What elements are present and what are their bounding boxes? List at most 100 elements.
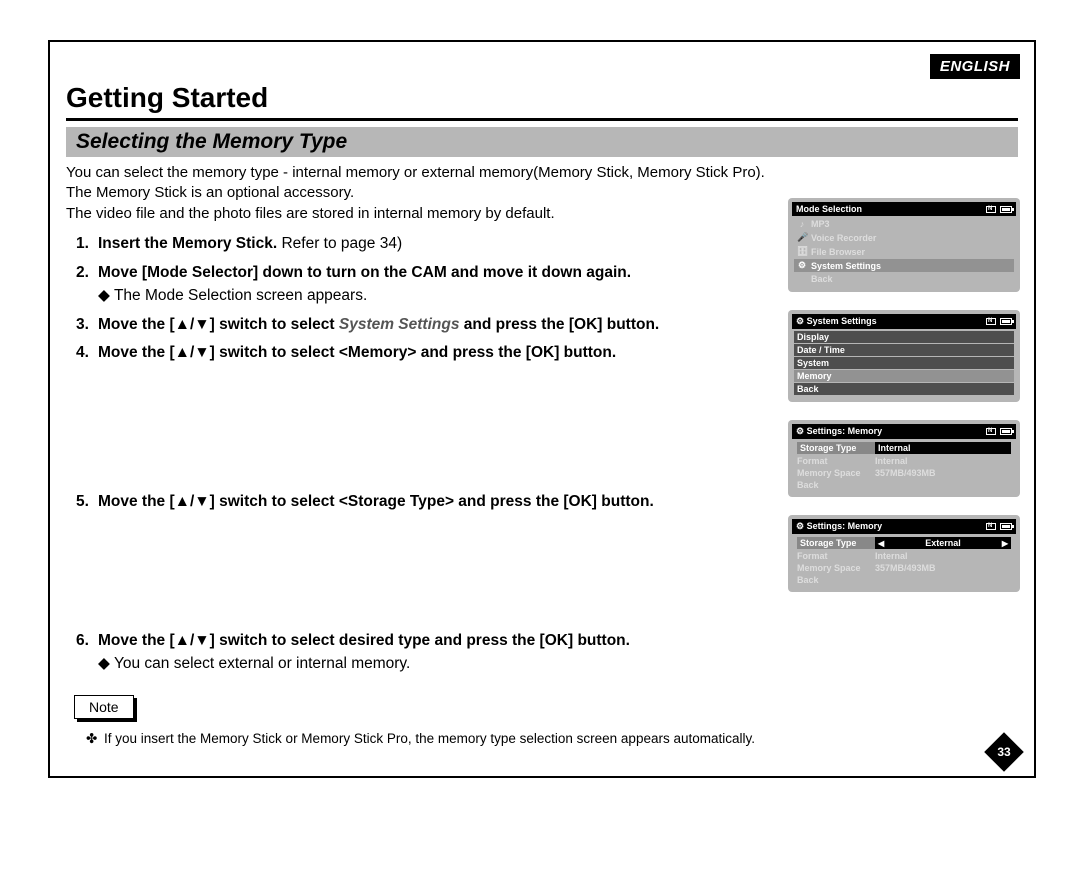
step-2: 2. Move [Mode Selector] down to turn on … (76, 263, 796, 307)
card-icon (986, 318, 996, 325)
arrow-keys-icon: ▲/▼ (175, 631, 210, 652)
menu-item: Display (794, 331, 1014, 343)
setting-value: Internal (875, 551, 1011, 561)
step-text: Move [Mode Selector] down to turn on the… (98, 264, 631, 281)
setting-key: Memory Space (797, 468, 875, 478)
settings-row: FormatInternal (794, 550, 1014, 562)
battery-icon (1000, 523, 1012, 530)
setting-value: Internal (875, 442, 1011, 454)
item-label: Date / Time (797, 345, 845, 355)
settings-row: Memory Space357MB/493MB (794, 467, 1014, 479)
menu-item: 🗄 File Browser (794, 245, 1014, 258)
item-label: Voice Recorder (811, 233, 876, 243)
card-icon (986, 523, 996, 530)
item-label: System Settings (811, 261, 881, 271)
screen-5: 5 ⚙ Settings: Memory Storage TypeInterna… (788, 420, 1020, 497)
chapter-title: Getting Started (66, 82, 1018, 121)
battery-icon (1000, 318, 1012, 325)
screen-title: Mode Selection (796, 204, 862, 214)
menu-item: ⚙ System Settings (794, 259, 1014, 272)
step-6: 6. Move the [▲/▼] switch to select desir… (76, 631, 796, 675)
intro-text: You can select the memory type - interna… (66, 163, 786, 224)
settings-row: Memory Space357MB/493MB (794, 562, 1014, 574)
item-label: File Browser (811, 247, 865, 257)
settings-row: Storage Type◀External▶ (794, 536, 1014, 550)
sub-text: You can select external or internal memo… (98, 654, 796, 675)
item-icon: 🗄 (797, 246, 807, 257)
settings-row: Back (794, 574, 1014, 586)
screen-3: 3 Mode Selection ♪MP3🎤Voice Recorder🗄Fil… (788, 198, 1020, 292)
item-label: System (797, 358, 829, 368)
menu-item: Date / Time (794, 344, 1014, 356)
t: ] switch to select (210, 316, 339, 333)
settings-row: Storage TypeInternal (794, 441, 1014, 455)
screen-kv-list: Storage TypeInternalFormatInternalMemory… (792, 439, 1016, 491)
item-label: Back (797, 384, 819, 394)
t: ] switch to select <Storage Type> and pr… (210, 493, 654, 510)
setting-key: Memory Space (797, 563, 875, 573)
item-label: MP3 (811, 219, 830, 229)
menu-item: Back (794, 273, 1014, 285)
left-arrow-icon: ◀ (878, 539, 884, 548)
gear-icon: ⚙ (796, 316, 804, 326)
menu-item: Memory (794, 370, 1014, 382)
step-5: 5. Move the [▲/▼] switch to select <Stor… (76, 492, 796, 623)
sub-text: The Mode Selection screen appears. (98, 286, 796, 307)
setting-key: Back (797, 575, 875, 585)
arrow-keys-icon: ▲/▼ (175, 343, 210, 364)
intro-line: The video file and the photo files are s… (66, 205, 555, 222)
menu-item: System (794, 357, 1014, 369)
step-4: 4. Move the [▲/▼] switch to select <Memo… (76, 343, 796, 484)
intro-line: The Memory Stick is an optional accessor… (66, 184, 354, 201)
item-label: Memory (797, 371, 832, 381)
screen-title-bar: ⚙ Settings: Memory (792, 424, 1016, 439)
note-label: Note (74, 695, 134, 719)
section-title: Selecting the Memory Type (66, 127, 1018, 157)
note-item: If you insert the Memory Stick or Memory… (90, 731, 1018, 746)
setting-key: Storage Type (797, 442, 875, 454)
screen-menu-list: Display Date / Time System Memory Back (792, 329, 1016, 395)
screen-title-bar: Mode Selection (792, 202, 1016, 216)
screen-title-bar: ⚙ Settings: Memory (792, 519, 1016, 534)
page-number: 33 (990, 738, 1018, 766)
language-badge: ENGLISH (930, 54, 1020, 79)
setting-value: 357MB/493MB (875, 563, 1011, 573)
intro-line: You can select the memory type - interna… (66, 164, 765, 181)
item-icon: ⚙ (797, 260, 807, 271)
screen-title: System Settings (807, 316, 877, 326)
status-icons (986, 428, 1012, 435)
menu-target: System Settings (339, 316, 460, 333)
arrow-keys-icon: ▲/▼ (175, 315, 210, 336)
screen-4: 4 ⚙ System Settings DisplayDate / TimeSy… (788, 310, 1020, 402)
step-text: Insert the Memory Stick. (98, 235, 277, 252)
setting-key: Format (797, 456, 875, 466)
setting-value: Internal (875, 456, 1011, 466)
item-icon: 🎤 (797, 232, 807, 243)
item-icon: ♪ (797, 219, 807, 229)
step-1: 1. Insert the Memory Stick. Refer to pag… (76, 234, 796, 255)
status-icons (986, 523, 1012, 530)
arrow-keys-icon: ▲/▼ (175, 492, 210, 513)
status-icons (986, 206, 1012, 213)
t: Move the [ (98, 632, 175, 649)
menu-item: Back (794, 383, 1014, 395)
screen-6: 6 ⚙ Settings: Memory Storage Type◀Extern… (788, 515, 1020, 592)
settings-row: Back (794, 479, 1014, 491)
step-3: 3. Move the [▲/▼] switch to select Syste… (76, 315, 796, 336)
setting-key: Storage Type (797, 537, 875, 549)
t: Move the [ (98, 493, 175, 510)
screen-column: 3 Mode Selection ♪MP3🎤Voice Recorder🗄Fil… (788, 198, 1020, 610)
gear-icon: ⚙ (796, 426, 804, 436)
t: ] switch to select <Memory> and press th… (210, 344, 617, 361)
right-arrow-icon: ▶ (1002, 539, 1008, 548)
card-icon (986, 206, 996, 213)
card-icon (986, 428, 996, 435)
screen-kv-list: Storage Type◀External▶FormatInternalMemo… (792, 534, 1016, 586)
t: Move the [ (98, 344, 175, 361)
step-ref: Refer to page 34) (277, 235, 402, 252)
item-label: Back (811, 274, 833, 284)
screen-menu-list: ♪ MP3 🎤 Voice Recorder 🗄 File Browser ⚙ System … (792, 216, 1016, 285)
manual-page: ENGLISH Getting Started Selecting the Me… (48, 40, 1036, 778)
t: Move the [ (98, 316, 175, 333)
t: ] switch to select desired type and pres… (210, 632, 630, 649)
